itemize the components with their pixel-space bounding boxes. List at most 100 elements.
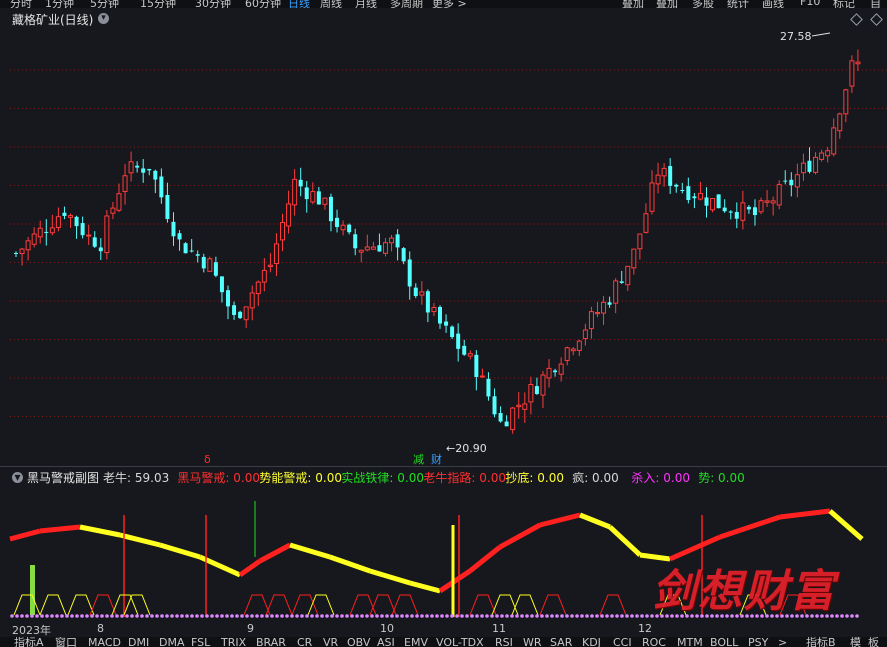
trend-segment — [159, 542, 201, 560]
period-tab[interactable]: 日线 — [288, 0, 310, 8]
indicator-tab[interactable]: EMV — [404, 637, 428, 647]
indicator-tab[interactable]: MTM — [677, 637, 703, 647]
candlestick-chart[interactable]: 27.58 ←20.90 δ 减财 — [0, 30, 887, 465]
indicator-tab[interactable]: 指标B — [806, 637, 836, 647]
trend-segment — [498, 522, 542, 550]
chevron-down-icon[interactable]: ▾ — [12, 471, 23, 483]
indicator-tab[interactable]: PSY — [748, 637, 768, 647]
indicator-tab[interactable]: 板 — [868, 637, 879, 647]
candle-body — [697, 192, 703, 200]
baseline-dot — [85, 614, 89, 618]
candle-body — [19, 248, 25, 255]
period-tab[interactable]: 5分钟 — [90, 0, 119, 8]
indicator-tab[interactable]: ASI — [377, 637, 395, 647]
period-tab[interactable]: 更多 > — [432, 0, 467, 8]
baseline-dot — [385, 614, 389, 618]
trend-segment — [238, 558, 262, 578]
candle-body — [504, 421, 509, 427]
period-tab[interactable]: 30分钟 — [195, 0, 231, 8]
indicator-tab[interactable]: CCI — [613, 637, 632, 647]
period-tab[interactable]: 自 — [870, 0, 881, 8]
indicator-tab[interactable]: BOLL — [710, 637, 738, 647]
baseline-dot — [130, 614, 134, 618]
indicator-value: 疯: 0.00 — [572, 471, 619, 485]
indicator-tab[interactable]: ROC — [642, 637, 666, 647]
candle-body — [462, 345, 467, 355]
period-tab[interactable]: 多周期 — [390, 0, 423, 8]
oscillator-shape — [599, 594, 627, 616]
period-tab[interactable]: 叠加 — [656, 0, 678, 8]
candle-body — [104, 215, 110, 254]
candle-body — [486, 378, 491, 397]
indicator-tab[interactable]: > — [778, 637, 787, 647]
indicator-tab[interactable]: 模 — [850, 637, 861, 647]
baseline-dot — [475, 614, 479, 618]
indicator-tab[interactable]: WR — [523, 637, 542, 647]
indicator-tab[interactable]: FSL — [191, 637, 210, 647]
baseline-dot — [435, 614, 439, 618]
baseline-dot — [355, 614, 359, 618]
baseline-dot — [630, 614, 634, 618]
trend-segment — [119, 532, 161, 548]
period-tab[interactable]: 统计 — [727, 0, 749, 8]
candle-body — [377, 245, 382, 252]
indicator-tab[interactable]: 指标A — [14, 637, 44, 647]
oscillator-shape — [291, 594, 319, 616]
indicator-tab[interactable]: CR — [297, 637, 312, 647]
period-tab[interactable]: 60分钟 — [245, 0, 281, 8]
indicator-tab[interactable]: RSI — [495, 637, 513, 647]
indicator-tab[interactable]: OBV — [347, 637, 370, 647]
baseline-dot — [505, 614, 509, 618]
indicator-tab[interactable]: BRAR — [256, 637, 286, 647]
candle-body — [752, 207, 757, 216]
candle-body — [674, 184, 679, 187]
candle-body — [110, 207, 116, 214]
period-tab[interactable]: 分时 — [10, 0, 32, 8]
signal-mark: 财 — [431, 452, 442, 465]
indicator-tab[interactable]: VR — [323, 637, 338, 647]
baseline-dot — [110, 614, 114, 618]
period-tab[interactable]: 画线 — [762, 0, 784, 8]
candle-body — [764, 200, 770, 203]
candle-body — [364, 246, 370, 251]
baseline-dot — [155, 614, 159, 618]
baseline-dot — [10, 614, 14, 618]
indicator-tab[interactable]: DMI — [128, 637, 149, 647]
candle-body — [637, 233, 643, 250]
candle-body — [159, 176, 164, 198]
baseline-dot — [420, 614, 424, 618]
indicator-tab[interactable]: SAR — [550, 637, 572, 647]
period-tab[interactable]: F10 — [800, 0, 820, 8]
baseline-dot — [145, 614, 149, 618]
baseline-dot — [570, 614, 574, 618]
oscillator-shape — [67, 594, 95, 616]
candle-body — [25, 240, 31, 251]
period-tab[interactable]: 叠加 — [622, 0, 644, 8]
period-tab[interactable]: 15分钟 — [140, 0, 176, 8]
indicator-tab[interactable]: 窗口 — [55, 637, 77, 647]
candle-body — [335, 217, 340, 228]
diamond-icon[interactable] — [850, 13, 863, 26]
indicator-tab[interactable]: TRIX — [221, 637, 246, 647]
period-tab[interactable]: 多股 — [692, 0, 714, 8]
indicator-value: 杀入: 0.00 — [631, 471, 690, 485]
period-tab[interactable]: 月线 — [355, 0, 377, 8]
candle-body — [570, 348, 576, 352]
indicator-tab[interactable]: VOL-TDX — [436, 637, 484, 647]
indicator-tab[interactable]: MACD — [88, 637, 121, 647]
indicator-tab[interactable]: KDJ — [582, 637, 601, 647]
diamond-icon[interactable] — [870, 13, 883, 26]
oscillator-shape — [369, 594, 397, 616]
chevron-down-icon[interactable]: ▾ — [98, 13, 109, 24]
baseline-dot — [225, 614, 229, 618]
period-tab[interactable]: 1分钟 — [45, 0, 74, 8]
period-tab[interactable]: 标记 — [833, 0, 855, 8]
baseline-dot — [575, 614, 579, 618]
candle-body — [322, 197, 328, 205]
period-tab[interactable]: 周线 — [320, 0, 342, 8]
baseline-dot — [125, 614, 129, 618]
candle-body — [147, 168, 152, 171]
candle-body — [389, 237, 395, 244]
indicator-tab[interactable]: DMA — [159, 637, 185, 647]
baseline-dot — [410, 614, 414, 618]
